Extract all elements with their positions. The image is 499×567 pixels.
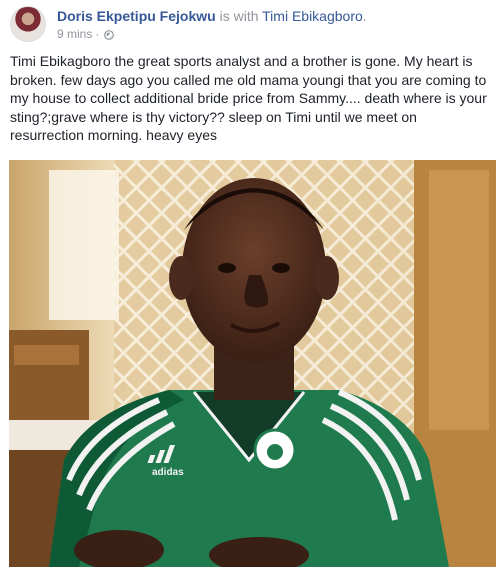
tagged-person-link[interactable]: Timi Ebikagboro <box>262 8 363 24</box>
post-meta: 9 mins · <box>57 27 115 41</box>
author-line: Doris Ekpetipu Fejokwu is with Timi Ebik… <box>57 8 367 24</box>
post-header: Doris Ekpetipu Fejokwu is with Timi Ebik… <box>10 6 489 42</box>
adidas-text: adidas <box>152 467 184 478</box>
globe-icon[interactable] <box>104 29 115 40</box>
window-light <box>49 170 119 320</box>
timestamp-link[interactable]: 9 mins <box>57 27 92 41</box>
post-photo[interactable]: adidas <box>9 160 496 567</box>
face <box>182 178 326 362</box>
post-body-text: Timi Ebikagboro the great sports analyst… <box>10 53 487 143</box>
with-text: is with <box>215 8 263 24</box>
photo-illustration: adidas <box>9 160 496 567</box>
author-avatar[interactable] <box>10 6 46 42</box>
author-name-link[interactable]: Doris Ekpetipu Fejokwu <box>57 8 216 24</box>
tagged-suffix: . <box>362 8 367 24</box>
meta-separator: · <box>95 27 100 41</box>
